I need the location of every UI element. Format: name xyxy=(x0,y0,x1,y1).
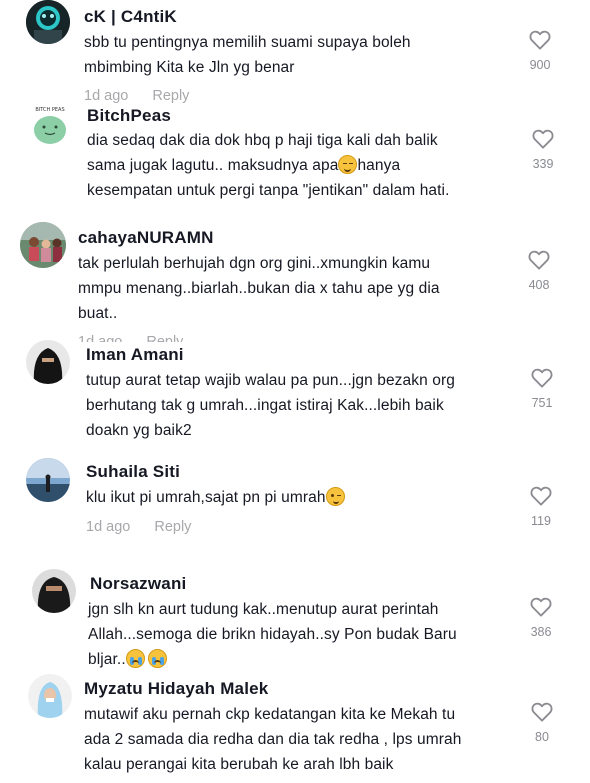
like-button[interactable]: 386 xyxy=(521,597,561,639)
like-button[interactable]: 751 xyxy=(522,368,562,410)
like-count: 386 xyxy=(530,625,552,639)
comment-text: klu ikut pi umrah,sajat pn pi umrah xyxy=(86,485,526,510)
timestamp: 1d ago xyxy=(84,88,129,104)
like-button[interactable]: 408 xyxy=(519,250,559,292)
relieved-face-emoji xyxy=(338,155,358,174)
loudly-crying-face-emoji xyxy=(147,649,167,668)
heart-outline-icon xyxy=(531,368,553,388)
avatar[interactable] xyxy=(28,674,72,718)
like-button[interactable]: 119 xyxy=(521,486,561,528)
reply-button[interactable]: Reply xyxy=(146,334,183,342)
reply-button[interactable]: Reply xyxy=(152,88,189,104)
comment-username[interactable]: Norsazwani xyxy=(90,574,186,594)
like-count: 119 xyxy=(531,514,551,528)
comment-meta: 1d ago Reply xyxy=(86,519,191,535)
comment-username[interactable]: BitchPeas xyxy=(87,106,171,126)
comment-meta: 1d ago Reply xyxy=(84,88,189,104)
comment-text: dia sedaq dak dia dok hbq p haji tiga ka… xyxy=(87,132,450,199)
comment-text: sbb tu pentingnya memilih suami supaya b… xyxy=(84,34,411,76)
heart-outline-icon xyxy=(528,250,550,270)
avatar[interactable] xyxy=(26,458,70,502)
heart-outline-icon xyxy=(530,486,552,506)
comment-username[interactable]: cK | C4ntiK xyxy=(84,7,177,27)
like-button[interactable]: 900 xyxy=(520,30,560,72)
like-count: 751 xyxy=(531,396,553,410)
avatar[interactable] xyxy=(20,222,66,268)
comment-meta: 1d ago Reply xyxy=(78,334,183,342)
like-count: 339 xyxy=(532,157,554,171)
like-button[interactable]: 339 xyxy=(523,129,563,171)
comment-text: tak perlulah berhujah dgn org gini..xmun… xyxy=(78,255,440,322)
winking-face-emoji xyxy=(325,487,345,506)
heart-outline-icon xyxy=(530,597,552,617)
like-count: 900 xyxy=(529,58,551,72)
avatar[interactable]: BITCH PEAS xyxy=(26,102,74,150)
like-button[interactable]: 80 xyxy=(522,702,562,744)
timestamp: 1d ago xyxy=(78,334,123,342)
timestamp: 1d ago xyxy=(86,519,131,535)
like-count: 408 xyxy=(528,278,550,292)
svg-text:BITCH PEAS: BITCH PEAS xyxy=(35,107,64,113)
comment-text: jgn slh kn aurt tudung kak..menutup aura… xyxy=(88,601,457,668)
avatar[interactable] xyxy=(32,569,76,613)
reply-button[interactable]: Reply xyxy=(154,519,191,535)
avatar[interactable] xyxy=(26,340,70,384)
like-count: 80 xyxy=(535,730,549,744)
comment-username[interactable]: Myzatu Hidayah Malek xyxy=(84,679,268,699)
heart-outline-icon xyxy=(532,129,554,149)
comment-username[interactable]: Iman Amani xyxy=(86,345,184,365)
comment-username[interactable]: cahayaNURAMN xyxy=(78,228,214,248)
heart-outline-icon xyxy=(531,702,553,722)
avatar[interactable] xyxy=(26,0,70,44)
comment-username[interactable]: Suhaila Siti xyxy=(86,462,180,482)
loudly-crying-face-emoji xyxy=(125,649,145,668)
heart-outline-icon xyxy=(529,30,551,50)
comment-text: mutawif aku pernah ckp kedatangan kita k… xyxy=(84,706,462,773)
comment-text: tutup aurat tetap wajib walau pa pun...j… xyxy=(86,372,455,439)
